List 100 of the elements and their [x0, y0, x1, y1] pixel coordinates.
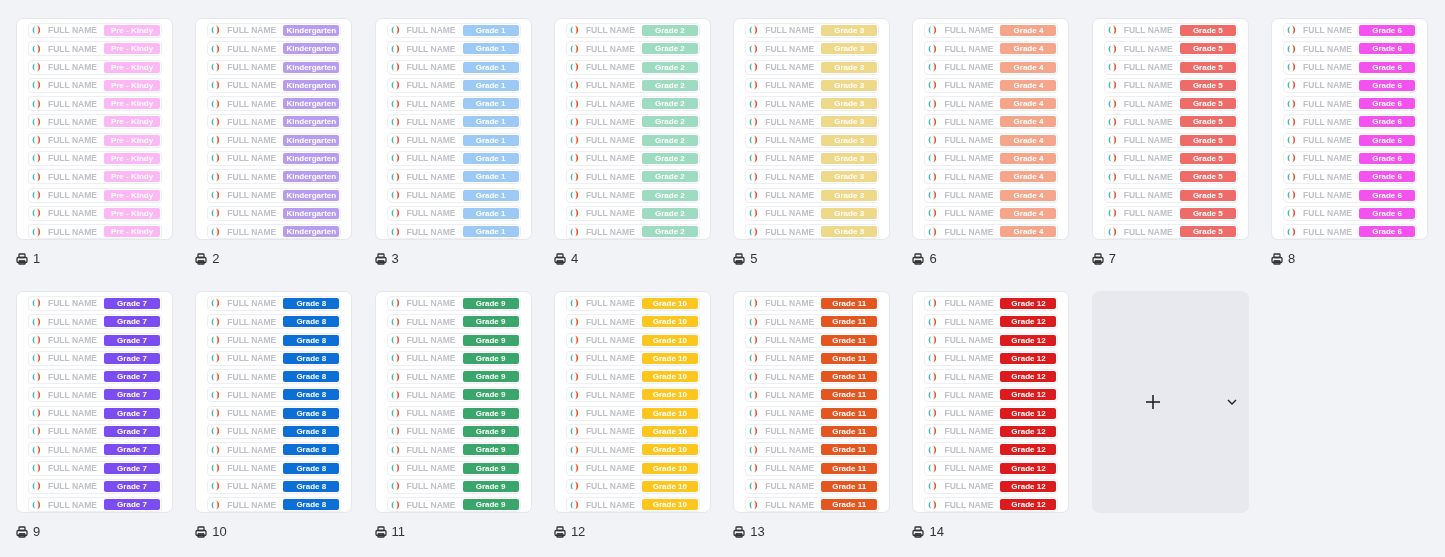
grade-tag: Grade 10	[641, 389, 698, 401]
add-page-tile[interactable]	[1091, 291, 1249, 513]
name-placeholder: FULL NAME	[226, 481, 278, 492]
grade-tag: Grade 11	[821, 480, 878, 492]
name-placeholder: FULL NAME	[764, 371, 816, 382]
logo-icon	[390, 135, 399, 146]
logo-icon	[32, 481, 40, 492]
printer-icon[interactable]	[1091, 252, 1104, 265]
name-placeholder: FULL NAME	[226, 153, 278, 164]
name-placeholder: FULL NAME	[764, 481, 816, 492]
name-placeholder: FULL NAME	[1302, 171, 1354, 182]
printer-icon[interactable]	[16, 525, 28, 538]
logo-icon	[928, 171, 937, 182]
printer-icon[interactable]	[195, 525, 208, 538]
name-placeholder: FULL NAME	[584, 62, 636, 73]
name-placeholder: FULL NAME	[405, 499, 457, 510]
logo-icon	[569, 153, 578, 164]
name-placeholder: FULL NAME	[943, 316, 995, 327]
logo-icon	[1107, 190, 1116, 200]
chevron-down-icon[interactable]	[1226, 399, 1237, 406]
grade-tag: Grade 11	[821, 371, 878, 383]
name-placeholder: FULL NAME	[1122, 25, 1174, 36]
logo-icon	[749, 190, 758, 200]
printer-icon[interactable]	[16, 252, 28, 265]
label-sheet[interactable]	[16, 291, 173, 513]
logo-icon	[32, 43, 40, 54]
label-sheet[interactable]	[912, 291, 1070, 513]
name-placeholder: FULL NAME	[47, 316, 98, 327]
printer-icon[interactable]	[195, 252, 208, 265]
logo-icon	[749, 135, 758, 146]
grade-tag: Grade 2	[641, 79, 698, 91]
logo-icon	[1287, 208, 1296, 219]
printer-icon[interactable]	[1271, 252, 1284, 265]
grade-tag: Grade 7	[104, 462, 160, 474]
grade-tag: Pre - Kindy	[104, 25, 160, 36]
logo-icon	[928, 208, 937, 219]
name-placeholder: FULL NAME	[405, 316, 457, 327]
logo-icon	[211, 353, 220, 364]
logo-icon	[569, 316, 578, 327]
grade-tag: Grade 2	[641, 25, 698, 36]
plus-icon[interactable]	[1145, 395, 1160, 409]
grade-tag: Grade 9	[462, 334, 519, 346]
logo-icon	[1107, 116, 1116, 127]
grade-tag: Grade 7	[104, 371, 160, 383]
name-placeholder: FULL NAME	[47, 116, 98, 127]
name-placeholder: FULL NAME	[943, 80, 995, 91]
name-placeholder: FULL NAME	[405, 25, 457, 36]
grade-tag: Grade 2	[641, 189, 698, 201]
label-sheet[interactable]	[374, 291, 532, 513]
name-placeholder: FULL NAME	[584, 116, 636, 127]
page-number: 4	[570, 251, 579, 266]
page-number: 7	[1108, 251, 1116, 266]
printer-icon[interactable]	[553, 252, 566, 265]
label-sheet[interactable]	[195, 291, 353, 513]
grade-tag: Grade 5	[1179, 43, 1236, 55]
name-placeholder: FULL NAME	[584, 463, 636, 473]
printer-icon[interactable]	[553, 525, 566, 538]
grade-tag: Grade 9	[462, 352, 519, 364]
logo-icon	[1287, 116, 1296, 127]
label-sheet[interactable]	[1271, 18, 1429, 240]
printer-icon[interactable]	[733, 525, 746, 538]
grade-tag: Grade 1	[462, 25, 519, 36]
logo-icon	[749, 316, 758, 327]
grade-tag: Grade 5	[1179, 152, 1236, 164]
logo-icon	[569, 43, 578, 54]
name-placeholder: FULL NAME	[226, 444, 278, 455]
logo-icon	[569, 371, 578, 382]
name-placeholder: FULL NAME	[405, 426, 457, 437]
logo-icon	[390, 463, 399, 473]
printer-icon[interactable]	[733, 252, 746, 265]
logo-icon	[749, 335, 758, 346]
grade-tag: Kindergarten	[283, 116, 340, 128]
printer-icon[interactable]	[912, 525, 925, 538]
grade-tag: Grade 12	[1000, 316, 1057, 328]
name-placeholder: FULL NAME	[47, 62, 98, 73]
logo-icon	[749, 208, 758, 219]
name-placeholder: FULL NAME	[405, 80, 457, 91]
name-placeholder: FULL NAME	[943, 62, 995, 73]
grade-tag: Grade 9	[462, 480, 519, 492]
grade-tag: Grade 12	[1000, 298, 1057, 309]
printer-icon[interactable]	[912, 252, 925, 265]
label-sheet[interactable]	[733, 291, 891, 513]
logo-icon	[1107, 62, 1116, 73]
logo-icon	[749, 389, 758, 400]
logo-icon	[1287, 171, 1296, 182]
grade-tag: Grade 4	[1000, 98, 1057, 110]
printer-icon[interactable]	[374, 525, 387, 538]
logo-icon	[928, 226, 937, 237]
name-placeholder: FULL NAME	[943, 208, 995, 219]
name-placeholder: FULL NAME	[764, 116, 816, 127]
label-sheet[interactable]	[1091, 18, 1249, 240]
grade-tag: Grade 9	[462, 462, 519, 474]
name-placeholder: FULL NAME	[405, 116, 457, 127]
logo-icon	[569, 335, 578, 346]
logo-icon	[569, 135, 578, 146]
name-placeholder: FULL NAME	[584, 426, 636, 437]
printer-icon[interactable]	[374, 252, 387, 265]
logo-icon	[32, 226, 40, 237]
logo-icon	[928, 444, 937, 455]
logo-icon	[928, 25, 937, 36]
